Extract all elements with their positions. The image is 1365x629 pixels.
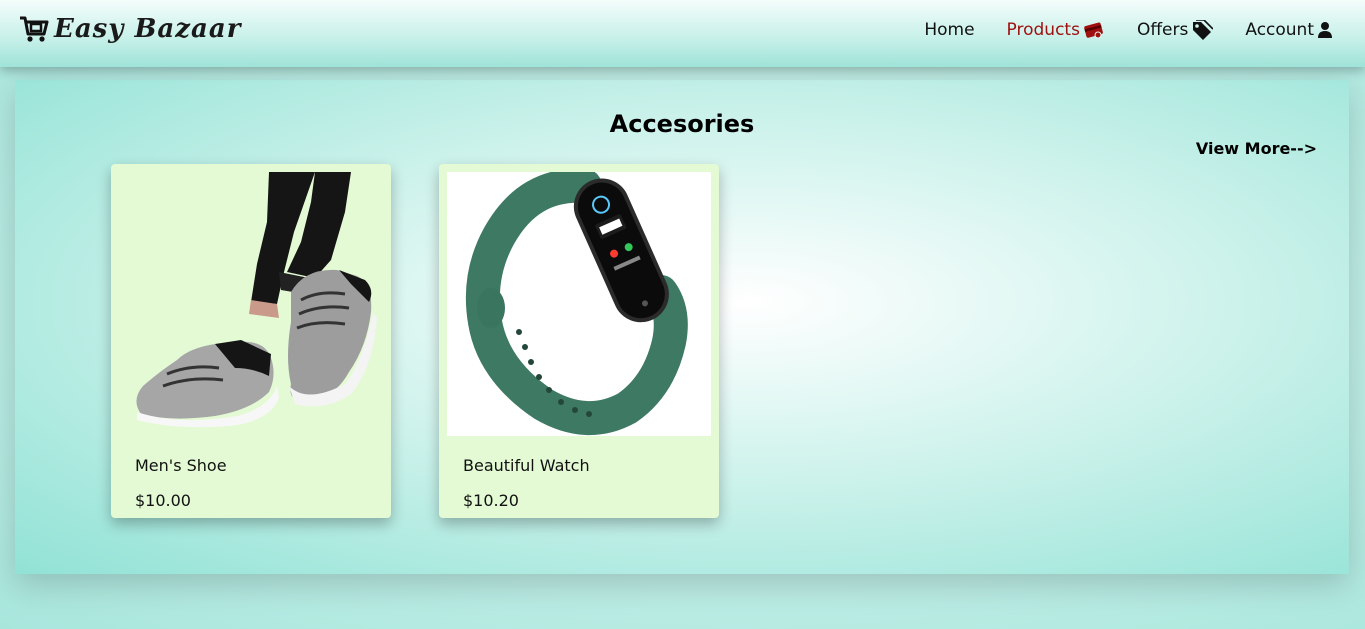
product-image-shoe[interactable] [119, 172, 383, 436]
product-price: $10.20 [463, 491, 519, 510]
product-name[interactable]: Men's Shoe [135, 456, 227, 475]
nav-home-label: Home [924, 20, 975, 40]
view-more-link[interactable]: View More--> [1196, 139, 1317, 158]
product-price: $10.00 [135, 491, 191, 510]
sneakers-image [136, 172, 377, 428]
credit-card-icon [1084, 22, 1103, 39]
section-title: Accesories [609, 110, 755, 138]
nav-offers[interactable]: Offers [1136, 20, 1214, 40]
user-icon [1318, 22, 1332, 38]
nav-offers-label: Offers [1136, 20, 1189, 40]
product-image-watch[interactable] [447, 168, 711, 436]
product-name[interactable]: Beautiful Watch [463, 456, 590, 475]
nav-products-label: Products [1006, 20, 1080, 40]
brand-logo[interactable]: Easy Bazaar [18, 12, 241, 46]
nav-account-label: Account [1245, 20, 1314, 40]
nav-home[interactable]: Home [924, 20, 974, 40]
tag-icon [1193, 20, 1214, 40]
main-nav: Home Products Offers Account [892, 20, 1333, 40]
nav-products[interactable]: Products [1007, 20, 1105, 40]
shopping-cart-icon [20, 16, 49, 42]
product-card[interactable]: Men's Shoe $10.00 [111, 164, 391, 518]
brand-name: Easy Bazaar [54, 14, 242, 44]
navbar: Easy Bazaar Home Products Offers Account [0, 0, 1365, 67]
product-card[interactable]: Beautiful Watch $10.20 [439, 164, 719, 518]
smart-band-image [465, 168, 688, 435]
nav-account[interactable]: Account [1245, 20, 1333, 40]
accessories-section: Accesories View More--> Men's Shoe $10.0… [15, 80, 1349, 574]
